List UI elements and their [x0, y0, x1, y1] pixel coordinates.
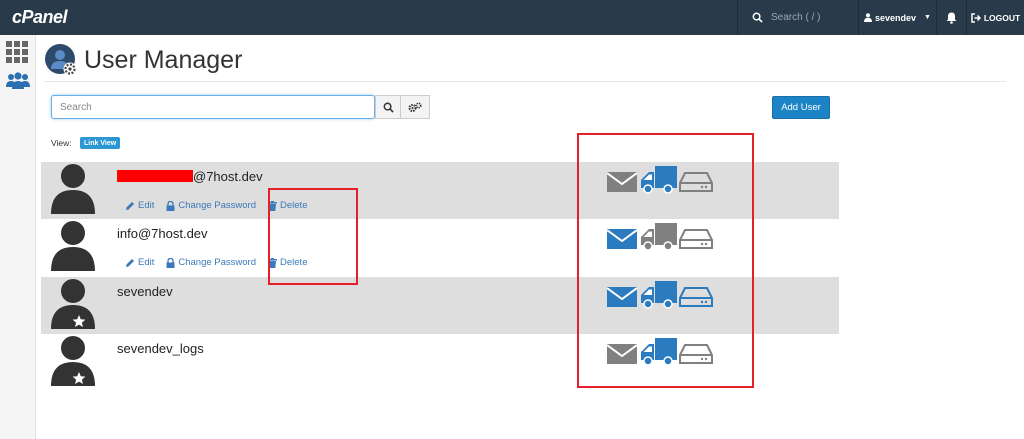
add-user-button[interactable]: Add User — [772, 96, 830, 119]
user-manager-icon — [45, 44, 77, 76]
logout-button[interactable]: LOGOUT — [966, 0, 1024, 35]
cpanel-logo[interactable]: cPanel — [12, 7, 68, 28]
logout-icon — [971, 12, 981, 23]
grid-icon — [6, 41, 28, 63]
sidebar-item-home[interactable] — [6, 41, 30, 65]
user-avatar-icon — [51, 164, 95, 214]
user-avatar-icon — [51, 221, 95, 271]
chevron-down-icon: ▼ — [924, 14, 931, 21]
username-text: @7host.dev — [117, 169, 263, 184]
lock-icon — [166, 257, 175, 268]
username-text: sevendev_logs — [117, 341, 204, 356]
sidebar-item-users[interactable] — [6, 72, 30, 96]
lock-icon — [166, 200, 175, 211]
highlight-box-delete — [268, 188, 358, 285]
user-avatar-star-icon — [51, 336, 95, 386]
highlight-box-services — [577, 133, 754, 388]
page-title: User Manager — [84, 46, 243, 74]
edit-link[interactable]: Edit — [125, 257, 154, 268]
redacted-block — [117, 170, 193, 182]
view-label: View: — [51, 138, 72, 148]
global-search[interactable]: Search ( / ) — [737, 0, 858, 35]
username-text: info@7host.dev — [117, 226, 208, 241]
pencil-icon — [126, 201, 134, 210]
search-icon — [752, 12, 763, 23]
username-text: sevendev — [117, 284, 173, 299]
user-avatar-star-icon — [51, 279, 95, 329]
gears-icon — [408, 101, 422, 112]
logout-label: LOGOUT — [983, 12, 1021, 23]
change-password-link[interactable]: Change Password — [166, 257, 256, 268]
user-menu[interactable]: sevendev ▼ — [858, 0, 936, 35]
change-password-link[interactable]: Change Password — [166, 200, 256, 211]
users-icon — [6, 72, 30, 89]
edit-link[interactable]: Edit — [125, 200, 154, 211]
link-view-toggle[interactable]: Link View — [80, 137, 121, 149]
global-search-placeholder: Search ( / ) — [771, 12, 821, 23]
bell-icon — [946, 12, 957, 24]
top-bar: cPanel Search ( / ) sevendev ▼ LOGOUT — [0, 0, 1024, 35]
search-button[interactable] — [375, 95, 401, 119]
search-icon — [383, 102, 394, 113]
username-label: sevendev — [875, 12, 917, 23]
search-input[interactable] — [51, 95, 375, 119]
pencil-icon — [126, 258, 134, 267]
side-nav — [0, 35, 36, 439]
user-icon — [864, 13, 873, 22]
search-settings-button[interactable] — [400, 95, 430, 119]
title-divider — [44, 81, 1006, 82]
notifications-button[interactable] — [936, 0, 966, 35]
